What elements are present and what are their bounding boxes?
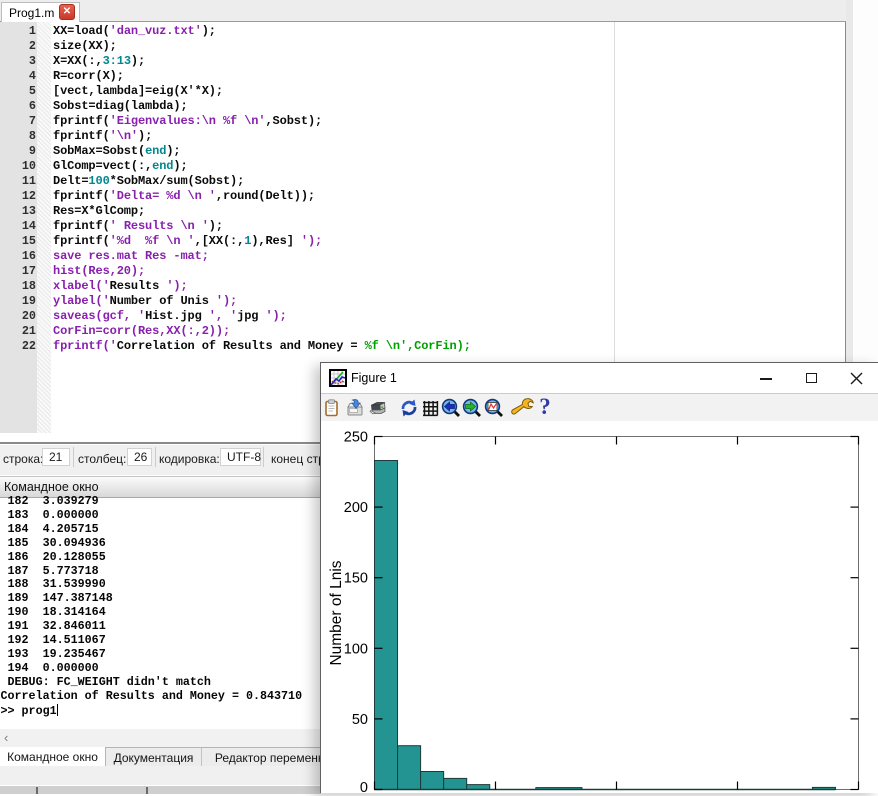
svg-text:0: 0: [360, 780, 368, 796]
svg-text:Number of Lnis: Number of Lnis: [328, 560, 345, 665]
svg-text:100: 100: [344, 641, 368, 657]
svg-text:250: 250: [344, 430, 368, 446]
svg-text:150: 150: [344, 571, 368, 587]
svg-text:200: 200: [344, 500, 368, 516]
svg-text:50: 50: [352, 712, 368, 728]
